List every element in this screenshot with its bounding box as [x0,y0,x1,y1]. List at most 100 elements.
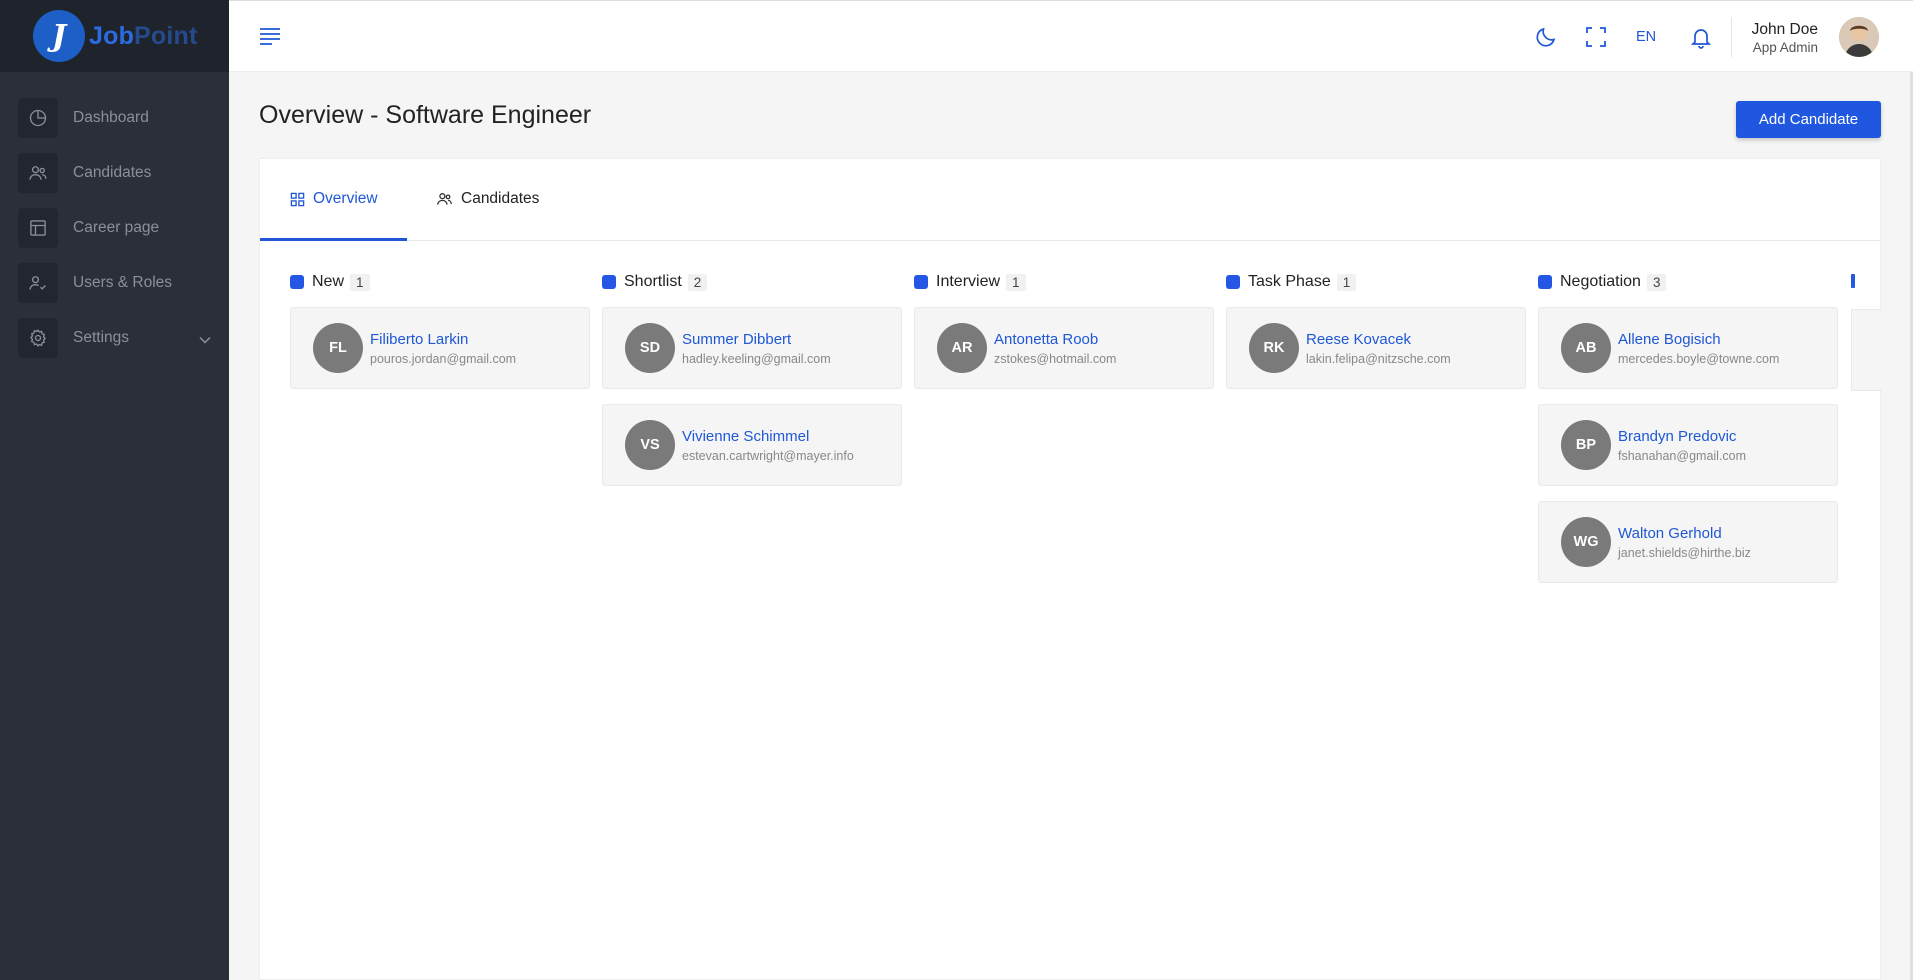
tab-candidates[interactable]: Candidates [436,190,539,208]
topbar-divider [1731,17,1732,57]
candidate-card[interactable]: BP Brandyn Predovic fshanahan@gmail.com [1538,404,1838,486]
candidate-card[interactable]: VS Vivienne Schimmel estevan.cartwright@… [602,404,902,486]
sidebar-item-career-page[interactable]: Career page [0,200,229,255]
sidebar-item-label: Candidates [73,163,152,181]
brand-logo[interactable]: J JobPoint [0,0,229,72]
column-title: Shortlist [624,273,682,290]
stage-color-marker [1851,274,1855,288]
sidebar-nav: Dashboard Candidates Career page Users &… [0,72,229,365]
column-title: Negotiation [1560,273,1641,290]
candidate-card[interactable]: AB Allene Bogisich mercedes.boyle@towne.… [1538,307,1838,389]
stage-color-marker [1538,275,1552,289]
candidate-email: lakin.felipa@nitzsche.com [1306,351,1451,366]
candidate-email: zstokes@hotmail.com [994,351,1117,366]
candidate-card[interactable]: WG Walton Gerhold janet.shields@hirthe.b… [1538,501,1838,583]
pipeline-column-shortlist: Shortlist 2 SD Summer Dibbert hadley.kee… [602,272,902,501]
candidate-name[interactable]: Brandyn Predovic [1618,428,1746,445]
grid-icon [290,192,305,207]
sidebar-item-settings[interactable]: Settings [0,310,229,365]
moon-icon[interactable] [1534,25,1558,54]
avatar: RK [1249,323,1299,373]
candidate-card[interactable]: AR Antonetta Roob zstokes@hotmail.com [914,307,1214,389]
column-count-badge: 3 [1646,273,1667,291]
language-selector[interactable]: EN [1636,29,1656,45]
candidate-card[interactable]: RK Reese Kovacek lakin.felipa@nitzsche.c… [1226,307,1526,389]
candidate-email: fshanahan@gmail.com [1618,448,1747,463]
stage-color-marker [290,275,304,289]
user-role: App Admin [1752,40,1818,55]
sidebar: J JobPoint Dashboard Candidates Career p… [0,0,229,980]
column-title: Task Phase [1248,273,1331,290]
logo-text: JobPoint [89,21,198,50]
candidate-card[interactable] [1851,309,1882,391]
avatar: BP [1561,420,1611,470]
candidate-name[interactable]: Antonetta Roob [994,331,1116,348]
candidate-name[interactable]: Reese Kovacek [1306,331,1451,348]
candidate-email: mercedes.boyle@towne.com [1618,351,1780,366]
stage-color-marker [602,275,616,289]
sidebar-item-label: Settings [73,328,130,346]
logo-mark: J [33,10,85,62]
avatar[interactable] [1839,17,1879,57]
pie-chart-icon [18,97,58,138]
add-candidate-button[interactable]: Add Candidate [1736,101,1881,138]
tab-label: Candidates [461,190,540,207]
stage-color-marker [1226,275,1240,289]
candidate-name[interactable]: Summer Dibbert [682,331,831,348]
avatar: AB [1561,323,1611,373]
candidate-name[interactable]: Allene Bogisich [1618,331,1779,348]
sidebar-item-label: Career page [73,218,160,236]
user-name: John Doe [1751,21,1818,38]
user-info[interactable]: John Doe App Admin [1752,21,1818,55]
user-check-icon [18,262,58,303]
pipeline-column-partial [1851,274,1882,474]
avatar: VS [625,420,675,470]
chevron-down-icon [199,331,211,349]
column-title: Interview [936,273,1001,290]
avatar: FL [313,323,363,373]
column-title: New [312,273,345,290]
fullscreen-icon[interactable] [1584,25,1608,54]
candidate-card[interactable]: FL Filiberto Larkin pouros.jordan@gmail.… [290,307,590,389]
candidate-card[interactable]: SD Summer Dibbert hadley.keeling@gmail.c… [602,307,902,389]
candidate-email: janet.shields@hirthe.biz [1618,545,1751,560]
sidebar-item-dashboard[interactable]: Dashboard [0,90,229,145]
candidate-name[interactable]: Walton Gerhold [1618,525,1751,542]
candidate-name[interactable]: Filiberto Larkin [370,331,516,348]
sidebar-item-label: Users & Roles [73,273,173,291]
pipeline-column-task-phase: Task Phase 1 RK Reese Kovacek lakin.feli… [1226,272,1526,404]
avatar: AR [937,323,987,373]
avatar: WG [1561,517,1611,567]
active-tab-indicator [260,238,407,241]
column-count-badge: 1 [1006,273,1026,291]
candidate-email: pouros.jordan@gmail.com [370,351,517,366]
column-header: New 1 [290,272,590,292]
layout-icon [18,207,58,248]
sidebar-item-candidates[interactable]: Candidates [0,145,229,200]
tab-bar: Overview Candidates [260,159,1880,241]
gear-icon [18,317,58,358]
candidate-email: hadley.keeling@gmail.com [682,351,831,366]
column-count-badge: 1 [1336,273,1357,291]
pipeline-column-interview: Interview 1 AR Antonetta Roob zstokes@ho… [914,272,1214,404]
pipeline-column-new: New 1 FL Filiberto Larkin pouros.jordan@… [290,272,590,404]
sidebar-item-users-roles[interactable]: Users & Roles [0,255,229,310]
candidate-email: estevan.cartwright@mayer.info [682,448,854,463]
page-title: Overview - Software Engineer [259,101,592,129]
bell-icon[interactable] [1689,25,1713,54]
tab-label: Overview [313,190,378,207]
pipeline-column-negotiation: Negotiation 3 AB Allene Bogisich mercede… [1538,272,1838,598]
avatar: SD [625,323,675,373]
column-header: Shortlist 2 [602,272,902,292]
menu-toggle-icon[interactable] [259,27,281,50]
column-header: Interview 1 [914,272,1214,292]
candidate-name[interactable]: Vivienne Schimmel [682,428,854,445]
sidebar-item-label: Dashboard [73,108,149,126]
users-icon [436,191,453,207]
tab-overview[interactable]: Overview [290,190,378,208]
users-icon [18,152,58,193]
overview-card: Overview Candidates New 1 FL Filiberto L… [259,158,1882,980]
stage-color-marker [914,275,928,289]
column-count-badge: 2 [687,273,708,291]
top-bar: EN John Doe App Admin [229,0,1913,72]
